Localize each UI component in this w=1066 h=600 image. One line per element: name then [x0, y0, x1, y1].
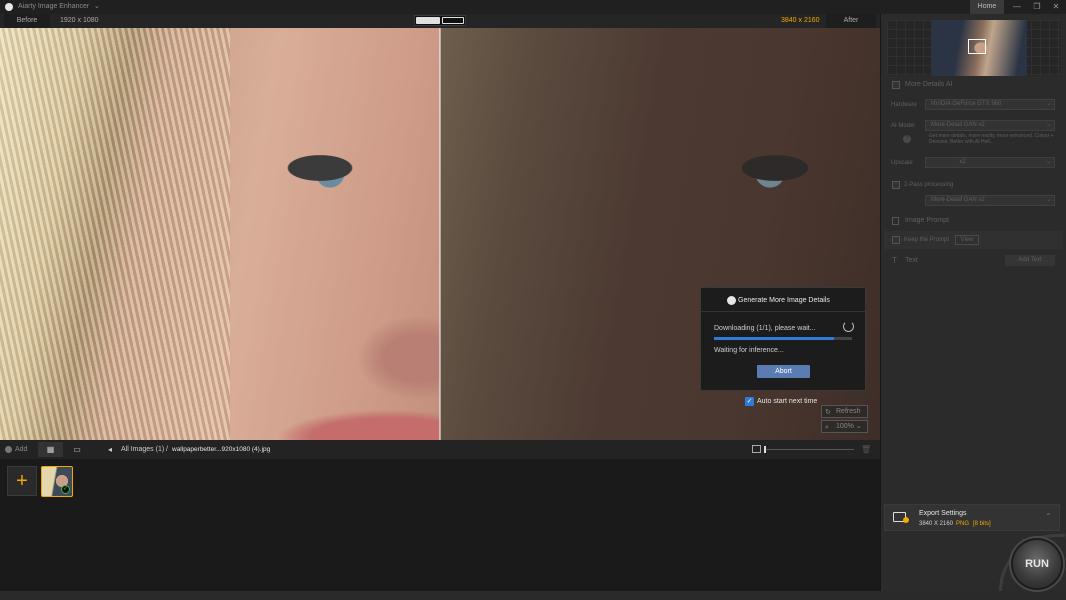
restore-button[interactable]: ❐ — [1028, 0, 1046, 14]
refresh-label: Refresh — [836, 408, 861, 415]
export-title: Export Settings — [919, 510, 967, 517]
run-button[interactable]: RUN — [1011, 538, 1063, 590]
thumbnail-strip: + ✓ — [0, 459, 880, 591]
zoom-icon: ⌕ — [825, 424, 829, 431]
run-label: RUN — [1025, 558, 1049, 570]
inference-status: Waiting for inference... — [714, 347, 784, 354]
text-section-title: Text — [905, 257, 918, 264]
side-by-side-view-button[interactable] — [442, 17, 464, 24]
before-label: Before — [4, 14, 50, 28]
breadcrumb-all-images[interactable]: All Images (1) — [121, 446, 164, 453]
export-format: PNG — [956, 521, 970, 527]
status-bar — [0, 591, 1066, 600]
app-logo-icon — [5, 3, 13, 11]
two-pass-select[interactable]: More-Detail GAN v2 ⌄ — [925, 195, 1055, 206]
chevron-down-icon: ⌄ — [1045, 101, 1051, 107]
view-mode-toggle — [414, 15, 466, 26]
dialog-header: Generate More Image Details — [701, 288, 865, 312]
keep-prompt-row: Keep the Prompt View — [884, 231, 1063, 249]
export-resolution: 3840 X 2160 — [919, 521, 954, 527]
chevron-down-icon: ⌄ — [1045, 159, 1051, 165]
download-status: Downloading (1/1), please wait... — [714, 325, 816, 332]
ai-model-label: AI Model — [891, 123, 915, 129]
before-image-hair — [0, 28, 230, 440]
app-title: Aiarty Image Enhancer — [18, 3, 90, 10]
export-settings[interactable]: Export Settings 3840 X 2160 PNG [8 bits]… — [884, 504, 1060, 531]
two-pass-checkbox[interactable] — [892, 181, 900, 189]
help-icon[interactable]: ? — [903, 135, 911, 143]
compare-split-handle[interactable] — [439, 28, 441, 440]
home-tab[interactable]: Home — [970, 0, 1004, 14]
add-label: Add — [15, 446, 28, 453]
dialog-title: Generate More Image Details — [738, 297, 830, 304]
split-view-button[interactable] — [416, 17, 440, 24]
export-bit-depth: [8 bits] — [973, 521, 991, 527]
upscale-value: x2 — [959, 159, 966, 165]
back-arrow-icon[interactable]: ◂ — [108, 445, 112, 454]
before-resolution: 1920 x 1080 — [60, 17, 99, 24]
breadcrumb-filename: wallpaperbetter...920x1080 (4).jpg — [172, 446, 271, 453]
slider-knob[interactable] — [764, 446, 766, 453]
refresh-button[interactable]: ↻ Refresh — [821, 405, 868, 418]
done-check-icon: ✓ — [61, 485, 70, 494]
text-tool-icon: T — [892, 256, 897, 265]
settings-panel: More Details AI Hardware NVIDIA GeForce … — [880, 14, 1066, 591]
hardware-label: Hardware — [891, 102, 918, 108]
navigator-thumbnail[interactable] — [931, 20, 1027, 76]
hardware-select[interactable]: NVIDIA GeForce GTX 960 ⌄ — [925, 99, 1055, 110]
section-more-details-title: More Details AI — [905, 81, 953, 88]
view-prompt-button[interactable]: View — [955, 235, 979, 245]
chevron-down-icon: ⌄ — [1045, 197, 1051, 203]
ai-model-description: Get more details, more reality, more enh… — [929, 133, 1054, 145]
collapse-chevron-icon[interactable]: ⌃ — [1045, 512, 1052, 521]
refresh-icon: ↻ — [825, 409, 831, 416]
two-pass-value: More-Detail GAN v2 — [931, 197, 985, 203]
zoom-chevron-icon: ⌄ — [855, 423, 862, 430]
add-text-button[interactable]: Add Text — [1005, 255, 1055, 266]
auto-start-checkbox[interactable]: ✓ — [745, 397, 754, 406]
zoom-select[interactable]: ⌕ 100% ⌄ — [821, 420, 868, 433]
two-pass-label: 2-Pass processing — [904, 182, 954, 188]
keep-prompt-label: Keep the Prompt — [904, 237, 950, 243]
file-toolbar: Add ▦ ▭ ◂ All Images (1) / wallpaperbett… — [0, 440, 880, 459]
zoom-value: 100% — [836, 423, 854, 430]
gear-badge-icon — [903, 517, 909, 523]
aperture-icon — [727, 296, 736, 305]
auto-start-label: Auto start next time — [757, 398, 818, 405]
title-menu-chevron-icon[interactable]: ⌄ — [94, 2, 100, 10]
minimize-button[interactable]: — — [1008, 0, 1026, 14]
breadcrumb-separator: / — [166, 446, 168, 453]
image-prompt-title: Image Prompt — [905, 217, 949, 224]
upscale-label: Upscale — [891, 160, 913, 166]
keep-prompt-checkbox[interactable] — [892, 236, 900, 244]
abort-button[interactable]: Abort — [757, 365, 810, 378]
plus-circle-icon — [5, 446, 12, 453]
ai-model-value: More-Detail GAN v2 — [931, 122, 985, 128]
thumbnail-size-icon — [752, 445, 761, 453]
progress-bar — [714, 337, 852, 340]
grid-view-button[interactable]: ▦ — [38, 442, 63, 457]
progress-fill — [714, 337, 835, 340]
compare-header: Before 1920 x 1080 3840 x 2160 After — [0, 14, 880, 28]
loading-spinner-icon — [843, 321, 854, 332]
ai-model-select[interactable]: More-Detail GAN v2 ⌄ — [925, 120, 1055, 131]
image-prompt-icon — [892, 217, 899, 225]
after-label: After — [826, 14, 876, 28]
progress-dialog: Generate More Image Details Downloading … — [700, 287, 866, 391]
close-button[interactable]: ✕ — [1047, 0, 1065, 14]
filmstrip-view-button[interactable]: ▭ — [66, 442, 88, 457]
after-resolution: 3840 x 2160 — [781, 17, 820, 24]
chevron-down-icon: ⌄ — [1045, 122, 1051, 128]
title-bar: Aiarty Image Enhancer ⌄ Home — ❐ ✕ — [0, 0, 1066, 14]
more-details-checkbox[interactable] — [892, 81, 900, 89]
image-thumbnail[interactable]: ✓ — [41, 466, 73, 497]
navigator-viewport-frame[interactable] — [968, 39, 986, 54]
upscale-select[interactable]: x2 ⌄ — [925, 157, 1055, 168]
navigator — [887, 20, 1061, 76]
add-image-button[interactable]: + — [7, 466, 37, 496]
hardware-value: NVIDIA GeForce GTX 960 — [931, 101, 1002, 107]
thumbnail-size-slider[interactable] — [764, 449, 854, 450]
add-button[interactable]: Add — [2, 440, 36, 459]
trash-icon[interactable]: 🗑 — [861, 445, 871, 454]
